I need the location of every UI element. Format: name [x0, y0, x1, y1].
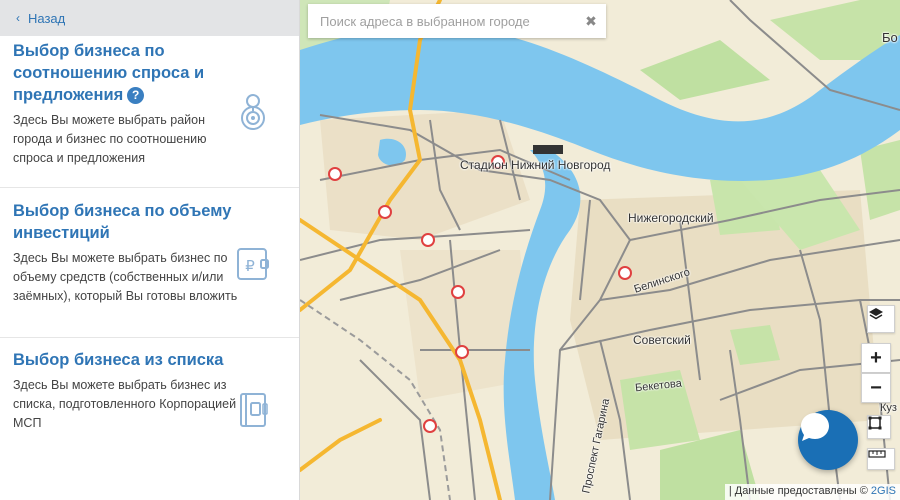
map-label-sovetsky: Советский [633, 333, 691, 347]
address-search-input[interactable] [308, 4, 576, 38]
map-attribution: | Данные предоставлены © 2GIS [724, 484, 900, 500]
map-view[interactable]: Стадион Нижний Новгород Нижегородский Со… [300, 0, 900, 500]
fullscreen-button[interactable] [867, 415, 891, 439]
back-button[interactable]: ‹ Назад [0, 0, 299, 36]
layers-icon [869, 308, 883, 320]
map-label-top-right: Бо [882, 30, 898, 45]
card-investment[interactable]: Выбор бизнеса по объему инвестиций Здесь… [0, 188, 299, 338]
map-label-kuz: Куз [880, 402, 897, 414]
fullscreen-icon [868, 416, 882, 430]
plus-icon: + [870, 346, 882, 369]
layers-button[interactable] [867, 305, 895, 333]
card-title: Выбор бизнеса из списка [13, 351, 224, 369]
card-title: Выбор бизнеса по объему инвестиций [13, 202, 232, 242]
card-list[interactable]: Выбор бизнеса из списка Здесь Вы можете … [0, 338, 299, 500]
app-root: ‹ Назад Выбор бизнеса по соотношению спр… [0, 0, 900, 500]
stadium-icon [533, 145, 563, 154]
ruler-button[interactable] [867, 448, 895, 470]
svg-text:₽: ₽ [245, 257, 255, 275]
sidebar: ‹ Назад Выбор бизнеса по соотношению спр… [0, 0, 300, 500]
map-label-nizhegorodsky: Нижегородский [628, 211, 714, 225]
address-search-box: ✖ [308, 4, 606, 38]
help-icon[interactable]: ? [127, 87, 145, 104]
back-label: Назад [28, 10, 66, 26]
zoom-out-button[interactable]: − [861, 373, 891, 403]
card-description: Здесь Вы можете выбрать район города и б… [13, 113, 207, 165]
location-pin-icon [241, 94, 265, 130]
chevron-left-icon: ‹ [16, 11, 20, 25]
chat-button[interactable] [798, 410, 858, 470]
ruler-icon [868, 450, 886, 458]
ruble-wallet-icon: ₽ [237, 248, 269, 280]
card-description: Здесь Вы можете выбрать бизнес из списка… [13, 378, 237, 430]
card-title: Выбор бизнеса по соотношению спроса и пр… [13, 42, 205, 104]
attribution-link[interactable]: 2GIS [871, 485, 896, 497]
clear-search-icon[interactable]: ✖ [576, 13, 606, 30]
list-book-icon [240, 393, 268, 427]
map-label-stadium: Стадион Нижний Новгород [460, 158, 611, 172]
chat-bubble-icon [801, 413, 829, 441]
card-demand-supply[interactable]: Выбор бизнеса по соотношению спроса и пр… [0, 36, 299, 188]
minus-icon: − [870, 376, 882, 399]
zoom-in-button[interactable]: + [861, 343, 891, 373]
card-description: Здесь Вы можете выбрать бизнес по объему… [13, 251, 238, 303]
